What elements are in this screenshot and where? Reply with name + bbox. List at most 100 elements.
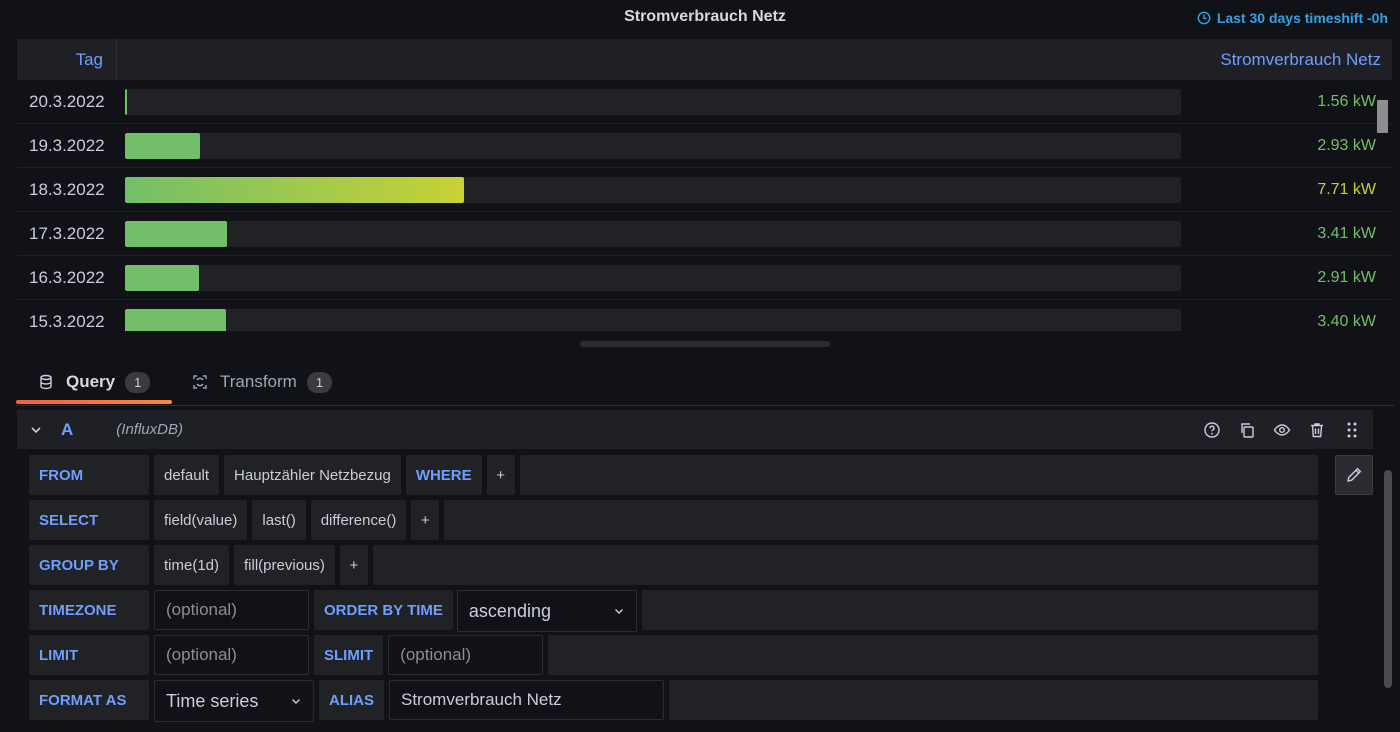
tab-query[interactable]: Query 1 bbox=[16, 360, 172, 404]
measurement-segment[interactable]: Hauptzähler Netzbezug bbox=[224, 455, 401, 495]
tab-transform-count: 1 bbox=[306, 371, 333, 393]
orderby-select[interactable]: ascending bbox=[456, 590, 637, 632]
chevron-down-icon[interactable] bbox=[29, 423, 43, 437]
date-cell: 18.3.2022 bbox=[29, 179, 105, 199]
pencil-icon bbox=[1347, 467, 1362, 482]
format-keyword: FORMAT AS bbox=[29, 680, 149, 720]
timezone-input[interactable]: (optional) bbox=[154, 590, 309, 630]
groupby-part-fill[interactable]: fill(previous) bbox=[234, 545, 335, 585]
panel-resize-handle[interactable] bbox=[580, 341, 830, 347]
slimit-keyword: SLIMIT bbox=[314, 635, 384, 675]
date-cell: 15.3.2022 bbox=[29, 311, 105, 331]
select-part-last[interactable]: last() bbox=[252, 500, 306, 540]
select-add-button[interactable]: + bbox=[411, 500, 440, 540]
gauge-bar-track bbox=[125, 88, 1181, 115]
tabs-divider bbox=[16, 405, 1394, 406]
query-limit-row: LIMIT (optional) SLIMIT (optional) bbox=[29, 635, 1318, 675]
query-datasource: (InfluxDB) bbox=[116, 421, 183, 438]
chevron-down-icon bbox=[614, 609, 623, 614]
where-keyword: WHERE bbox=[405, 455, 482, 495]
gauge-bar-track bbox=[125, 176, 1181, 203]
value-cell: 1.56 kW bbox=[1317, 92, 1376, 110]
gauge-bar-fill bbox=[125, 88, 127, 115]
query-from-row: FROM default Hauptzähler Netzbezug WHERE… bbox=[29, 455, 1318, 495]
table-row: 19.3.2022 2.93 kW bbox=[17, 124, 1392, 168]
tab-transform[interactable]: Transform 1 bbox=[192, 360, 333, 404]
chevron-down-icon bbox=[292, 699, 300, 704]
query-timezone-row: TIMEZONE (optional) ORDER BY TIME ascend… bbox=[29, 590, 1318, 632]
date-cell: 20.3.2022 bbox=[29, 91, 105, 111]
groupby-keyword: GROUP BY bbox=[29, 545, 149, 585]
alias-keyword: ALIAS bbox=[319, 680, 384, 720]
editor-vertical-scrollbar[interactable] bbox=[1384, 470, 1392, 688]
edit-raw-query-button[interactable] bbox=[1335, 455, 1373, 495]
gauge-bar-fill bbox=[125, 176, 464, 203]
gauge-bar-fill bbox=[125, 308, 227, 331]
query-row-header: A (InfluxDB) bbox=[17, 410, 1373, 449]
format-row-filler bbox=[669, 680, 1318, 720]
editor-tabs: Query 1 Transform 1 bbox=[0, 360, 1400, 406]
timeshift-info: Last 30 days timeshift -0h bbox=[1197, 10, 1388, 26]
table-row: 15.3.2022 3.40 kW bbox=[17, 300, 1392, 331]
drag-handle-icon[interactable] bbox=[1343, 421, 1361, 439]
orderby-select-value: ascending bbox=[468, 600, 551, 621]
query-format-row: FORMAT AS Time series ALIAS Stromverbrau… bbox=[29, 680, 1318, 722]
timeshift-label: Last 30 days timeshift -0h bbox=[1216, 10, 1388, 26]
query-groupby-row: GROUP BY time(1d) fill(previous) + bbox=[29, 545, 1318, 585]
groupby-row-filler bbox=[372, 545, 1318, 585]
date-cell: 16.3.2022 bbox=[29, 267, 105, 287]
table-row: 16.3.2022 2.91 kW bbox=[17, 256, 1392, 300]
date-cell: 19.3.2022 bbox=[29, 135, 105, 155]
table-body: 20.3.2022 1.56 kW 19.3.2022 2.93 kW 18.3.202… bbox=[17, 80, 1392, 331]
query-ref-id[interactable]: A bbox=[61, 420, 73, 440]
timezone-keyword: TIMEZONE bbox=[29, 590, 149, 630]
table-vertical-scrollbar[interactable] bbox=[1377, 100, 1388, 133]
gauge-bar-fill bbox=[125, 264, 199, 291]
from-row-filler bbox=[519, 455, 1318, 495]
from-keyword: FROM bbox=[29, 455, 149, 495]
table-row: 20.3.2022 1.56 kW bbox=[17, 80, 1392, 124]
trash-icon[interactable] bbox=[1308, 421, 1326, 439]
value-cell: 3.41 kW bbox=[1317, 224, 1376, 242]
value-cell: 7.71 kW bbox=[1317, 180, 1376, 198]
groupby-part-time[interactable]: time(1d) bbox=[154, 545, 230, 585]
gauge-bar-fill bbox=[125, 220, 228, 247]
date-cell: 17.3.2022 bbox=[29, 223, 105, 243]
select-part-difference[interactable]: difference() bbox=[310, 500, 407, 540]
groupby-add-button[interactable]: + bbox=[339, 545, 368, 585]
retention-policy-segment[interactable]: default bbox=[154, 455, 220, 495]
query-select-row: SELECT field(value) last() difference() … bbox=[29, 500, 1318, 540]
value-cell: 3.40 kW bbox=[1317, 312, 1376, 330]
gauge-bar-fill bbox=[125, 132, 200, 159]
help-icon[interactable] bbox=[1203, 421, 1221, 439]
database-icon bbox=[40, 374, 52, 390]
format-select[interactable]: Time series bbox=[154, 680, 314, 722]
table-header: Tag Stromverbrauch Netz bbox=[17, 39, 1392, 80]
limit-keyword: LIMIT bbox=[29, 635, 149, 675]
transform-icon bbox=[193, 375, 207, 389]
gauge-bar-track bbox=[125, 132, 1181, 159]
limit-row-filler bbox=[548, 635, 1318, 675]
select-row-filler bbox=[444, 500, 1318, 540]
value-cell: 2.93 kW bbox=[1317, 136, 1376, 154]
active-tab-indicator bbox=[16, 400, 172, 404]
where-add-button[interactable]: + bbox=[486, 455, 515, 495]
limit-input[interactable]: (optional) bbox=[154, 635, 309, 675]
eye-icon[interactable] bbox=[1273, 421, 1291, 439]
orderby-keyword: ORDER BY TIME bbox=[314, 590, 453, 630]
column-header-tag[interactable]: Tag bbox=[17, 39, 117, 80]
select-keyword: SELECT bbox=[29, 500, 149, 540]
slimit-input[interactable]: (optional) bbox=[388, 635, 544, 675]
panel-title: Stromverbrauch Netz bbox=[624, 8, 786, 25]
tab-transform-label: Transform bbox=[220, 372, 297, 391]
select-part-field[interactable]: field(value) bbox=[154, 500, 248, 540]
gauge-bar-track bbox=[125, 220, 1181, 247]
data-table: Tag Stromverbrauch Netz 20.3.2022 1.56 kW… bbox=[17, 39, 1392, 331]
value-cell: 2.91 kW bbox=[1317, 268, 1376, 286]
column-header-value[interactable]: Stromverbrauch Netz bbox=[117, 50, 1392, 70]
gauge-bar-track bbox=[125, 264, 1181, 291]
duplicate-icon[interactable] bbox=[1238, 421, 1256, 439]
tab-query-label: Query bbox=[66, 372, 116, 391]
alias-input[interactable]: Stromverbrauch Netz bbox=[389, 680, 664, 720]
gauge-bar-track bbox=[125, 308, 1181, 331]
